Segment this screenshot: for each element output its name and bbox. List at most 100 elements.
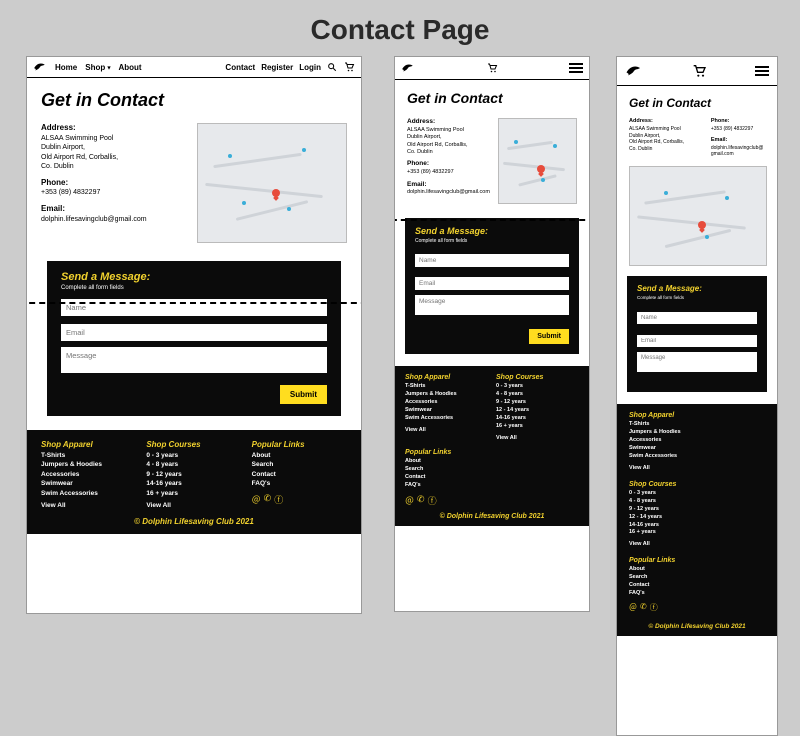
view-all-link[interactable]: View All: [629, 465, 765, 471]
nav-contact[interactable]: Contact: [225, 63, 255, 72]
footer-link[interactable]: FAQ's: [252, 479, 347, 488]
phone-label: Phone:: [41, 178, 187, 189]
footer-heading-apparel: Shop Apparel: [41, 440, 136, 449]
nav-register[interactable]: Register: [261, 63, 293, 72]
footer-link[interactable]: 0 - 3 years: [496, 383, 579, 391]
address-line: Co. Dublin: [629, 146, 705, 153]
whatsapp-icon[interactable]: ✆: [640, 602, 647, 613]
footer-link[interactable]: About: [252, 451, 347, 460]
nav-home[interactable]: Home: [55, 63, 77, 72]
whatsapp-icon[interactable]: ✆: [417, 494, 425, 507]
footer-link[interactable]: Swimwear: [41, 479, 136, 488]
map-embed[interactable]: [197, 123, 347, 243]
footer-link[interactable]: Search: [252, 460, 347, 469]
footer-link[interactable]: 12 - 14 years: [496, 407, 579, 415]
footer-link[interactable]: Accessories: [41, 470, 136, 479]
footer-link[interactable]: Jumpers & Hoodies: [405, 391, 488, 399]
footer-link[interactable]: Swim Accessories: [629, 453, 765, 461]
email-input[interactable]: [637, 335, 757, 347]
footer-link[interactable]: Swimwear: [405, 407, 488, 415]
cart-icon[interactable]: [343, 61, 355, 73]
search-icon[interactable]: [327, 62, 337, 72]
footer-link[interactable]: 16 + years: [146, 489, 241, 498]
view-all-link[interactable]: View All: [146, 502, 241, 509]
footer-link[interactable]: Jumpers & Hoodies: [629, 429, 765, 437]
footer-link[interactable]: 4 - 8 years: [146, 460, 241, 469]
footer-link[interactable]: Jumpers & Hoodies: [41, 460, 136, 469]
cart-icon[interactable]: [486, 62, 498, 74]
view-all-link[interactable]: View All: [629, 541, 765, 547]
form-heading: Send a Message:: [61, 271, 327, 283]
at-icon[interactable]: ＠: [629, 602, 637, 613]
submit-button[interactable]: Submit: [529, 329, 569, 344]
footer-link[interactable]: About: [405, 458, 579, 466]
hamburger-icon[interactable]: [755, 66, 769, 76]
footer-link[interactable]: 4 - 8 years: [629, 498, 765, 506]
footer-link[interactable]: Search: [405, 466, 579, 474]
footer-link[interactable]: 14-16 years: [146, 479, 241, 488]
message-input[interactable]: [61, 347, 327, 373]
footer-link[interactable]: Contact: [252, 470, 347, 479]
footer-link[interactable]: 16 + years: [629, 529, 765, 537]
map-embed[interactable]: [498, 118, 577, 204]
footer-link[interactable]: Swimwear: [629, 445, 765, 453]
name-input[interactable]: [415, 254, 569, 267]
footer-link[interactable]: Contact: [405, 474, 579, 482]
footer-link[interactable]: Accessories: [405, 399, 488, 407]
map-pin-icon: [537, 165, 545, 173]
footer-link[interactable]: 14-16 years: [496, 415, 579, 423]
footer-link[interactable]: 16 + years: [496, 423, 579, 431]
at-icon[interactable]: ＠: [252, 493, 261, 506]
nav-about[interactable]: About: [118, 63, 141, 72]
footer-link[interactable]: 12 - 14 years: [629, 514, 765, 522]
email-input[interactable]: [61, 324, 327, 341]
dolphin-logo-icon: [33, 60, 47, 74]
footer-link[interactable]: 9 - 12 years: [496, 399, 579, 407]
whatsapp-icon[interactable]: ✆: [264, 493, 272, 506]
nav-shop[interactable]: Shop ▾: [85, 63, 110, 72]
message-input[interactable]: [637, 352, 757, 372]
footer-link[interactable]: FAQ's: [629, 590, 765, 598]
hamburger-icon[interactable]: [569, 63, 583, 73]
form-subtitle: Complete all form fields: [415, 238, 569, 244]
footer-link[interactable]: 0 - 3 years: [146, 451, 241, 460]
name-input[interactable]: [637, 312, 757, 324]
phone-label: Phone:: [407, 160, 490, 169]
footer-link[interactable]: Swim Accessories: [405, 415, 488, 423]
footer-heading-popular: Popular Links: [629, 557, 765, 564]
footer-link[interactable]: T-Shirts: [405, 383, 488, 391]
facebook-icon[interactable]: ⓕ: [428, 494, 437, 507]
footer-link[interactable]: About: [629, 566, 765, 574]
email-input[interactable]: [415, 277, 569, 290]
footer-link[interactable]: T-Shirts: [629, 421, 765, 429]
form-subtitle: Complete all form fields: [61, 285, 327, 291]
footer-link[interactable]: 9 - 12 years: [629, 506, 765, 514]
footer-link[interactable]: FAQ's: [405, 482, 579, 490]
view-all-link[interactable]: View All: [41, 502, 136, 509]
at-icon[interactable]: ＠: [405, 494, 414, 507]
address-line: ALSAA Swimming Pool: [407, 127, 490, 134]
email-label: Email:: [407, 181, 490, 190]
footer-link[interactable]: 9 - 12 years: [146, 470, 241, 479]
footer-link[interactable]: Accessories: [629, 437, 765, 445]
fold-line: [394, 219, 590, 221]
footer-desktop: Shop Apparel T-Shirts Jumpers & Hoodies …: [27, 430, 361, 534]
nav-login[interactable]: Login: [299, 63, 321, 72]
facebook-icon[interactable]: ⓕ: [650, 602, 658, 613]
footer-link[interactable]: 0 - 3 years: [629, 490, 765, 498]
footer-link[interactable]: Swim Accessories: [41, 489, 136, 498]
footer-link[interactable]: Contact: [629, 582, 765, 590]
view-all-link[interactable]: View All: [496, 435, 579, 441]
footer-link[interactable]: 14-16 years: [629, 522, 765, 530]
contact-info: Address: ALSAA Swimming Pool Dublin Airp…: [629, 118, 765, 158]
cart-icon[interactable]: [691, 63, 707, 79]
facebook-icon[interactable]: ⓕ: [274, 493, 283, 506]
footer-link[interactable]: 4 - 8 years: [496, 391, 579, 399]
footer-link[interactable]: T-Shirts: [41, 451, 136, 460]
copyright: © Dolphin Lifesaving Club 2021: [405, 513, 579, 520]
footer-link[interactable]: Search: [629, 574, 765, 582]
submit-button[interactable]: Submit: [280, 385, 327, 404]
message-input[interactable]: [415, 295, 569, 315]
map-embed[interactable]: [629, 166, 767, 266]
view-all-link[interactable]: View All: [405, 427, 488, 433]
